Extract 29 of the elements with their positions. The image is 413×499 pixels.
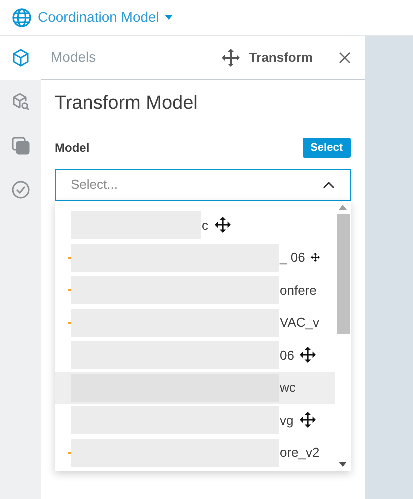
model-select-field[interactable]: Select... [71,175,323,195]
field-label: Model [55,140,90,157]
move-icon [311,253,320,262]
move-icon [300,412,316,428]
search-cube-icon [10,92,30,112]
model-option[interactable]: wc [55,372,335,404]
model-name: VAC_v [280,314,320,332]
model-name: onfere [280,282,317,300]
model-name: 06 [280,346,294,364]
layers-icon [10,136,30,156]
cube-icon [10,48,30,68]
scroll-up-icon[interactable] [339,205,347,210]
caret-icon [165,15,174,20]
model-name: ore_v2 [280,444,320,462]
check-icon [10,180,30,200]
move-icon [300,347,316,364]
move-icon [221,48,242,68]
model-name: wc [280,379,296,397]
scroll-down-icon[interactable] [339,462,347,467]
move-icon [214,217,230,234]
panel-heading: Transform Model [55,92,199,116]
model-name: c [202,216,208,234]
select-box[interactable]: Select... [55,169,351,201]
globe-icon [12,8,32,28]
transform-label: Transform [249,48,313,67]
chevron-up-icon [323,181,335,189]
close-icon[interactable] [339,52,351,64]
model-name: _ 06 [280,249,306,267]
model-name: vg [280,412,294,430]
